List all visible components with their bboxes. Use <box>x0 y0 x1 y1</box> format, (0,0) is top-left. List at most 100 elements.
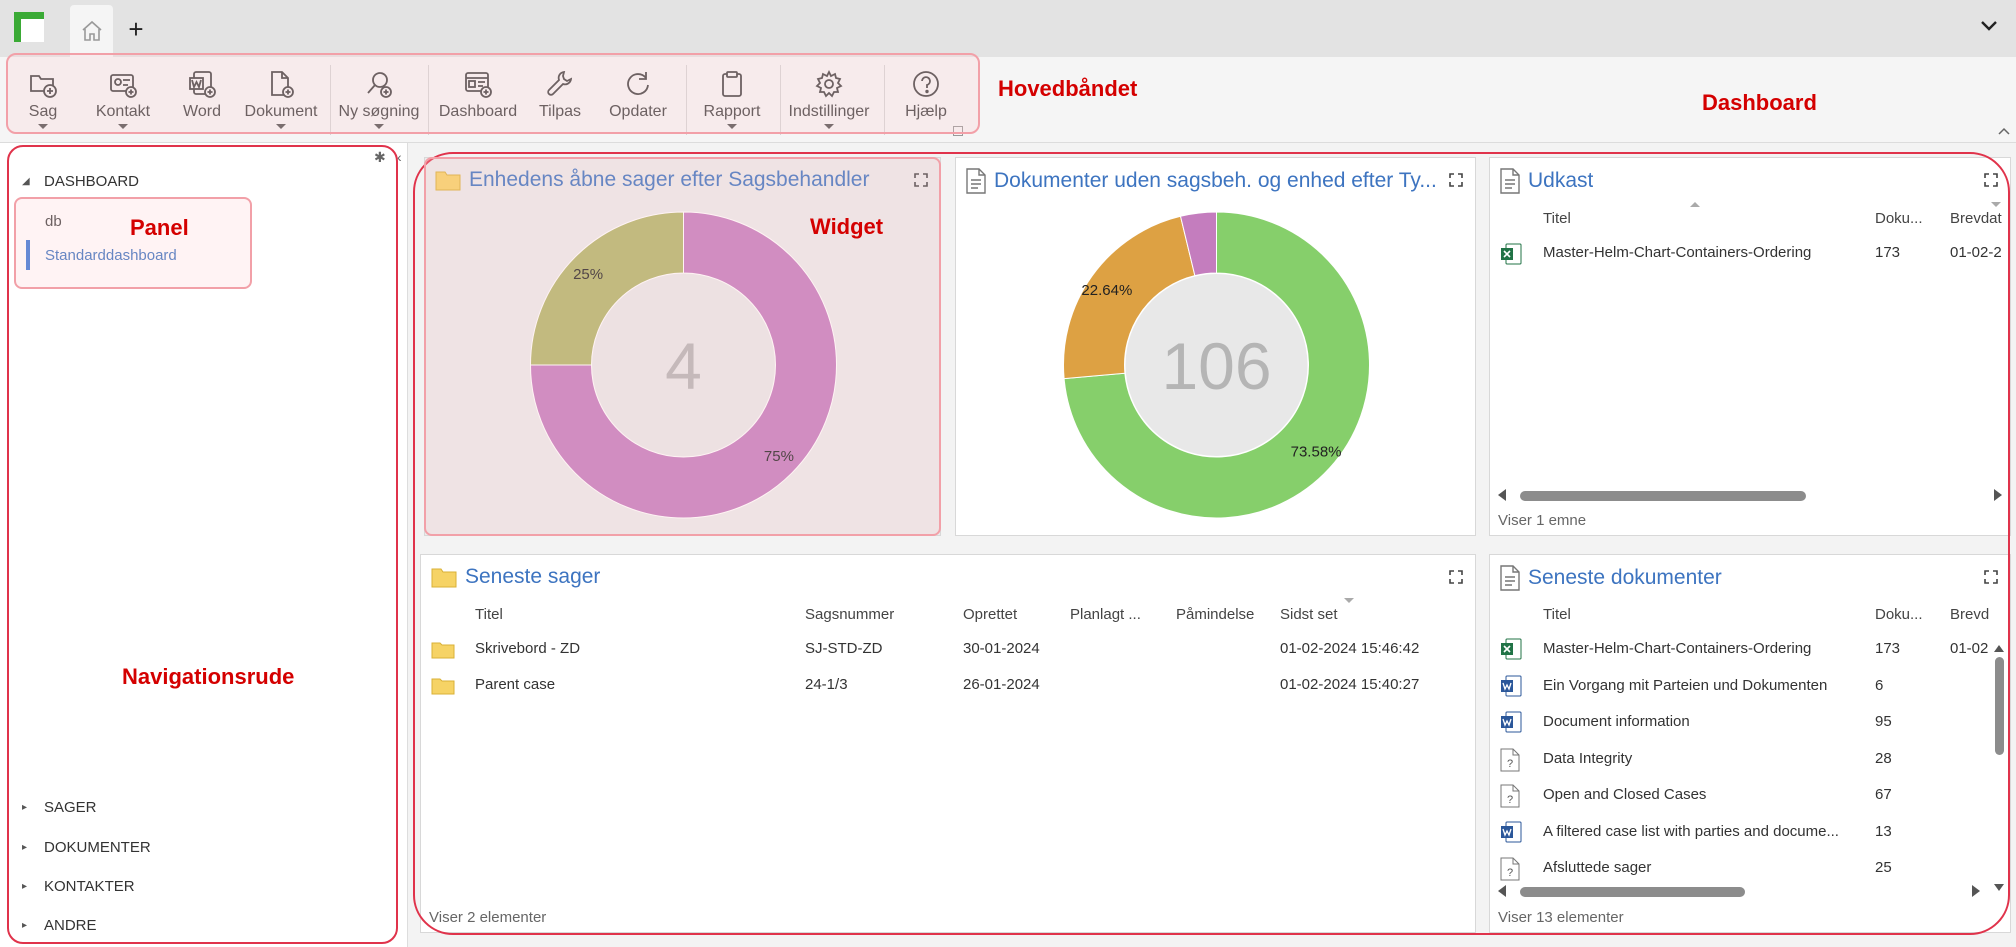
maximize-icon[interactable] <box>1984 570 1998 584</box>
annotation-label-ribbon: Hovedbåndet <box>998 76 1138 101</box>
home-icon <box>80 19 104 43</box>
maximize-icon[interactable] <box>914 173 928 187</box>
ribbon-label: Indstillinger <box>788 103 870 120</box>
ribbon-button-dokument[interactable]: Dokument <box>240 64 322 136</box>
scroll-right-icon[interactable] <box>1972 885 1980 897</box>
table-row[interactable]: ? Open and Closed Cases 67 <box>1490 777 2010 813</box>
cell-title: Open and Closed Cases <box>1543 786 1707 803</box>
home-tab[interactable] <box>70 5 113 57</box>
unknown-file-icon: ? <box>1500 850 1520 886</box>
annotation-label-dashboard: Dashboard <box>1702 90 1817 115</box>
annotation-label-navigation: Navigationsrude <box>122 664 295 689</box>
maximize-icon[interactable] <box>1449 570 1463 584</box>
svg-text:?: ? <box>1507 794 1513 806</box>
column-header-doku[interactable]: Doku... <box>1875 606 1923 623</box>
sort-arrow-icon <box>1344 598 1354 603</box>
cell-date: 01-02-2 <box>1950 244 2002 261</box>
triangle-right-icon: ▸ <box>22 880 28 892</box>
ribbon-button-dashboard[interactable]: Dashboard <box>436 64 520 136</box>
slice-label: 25% <box>573 266 603 283</box>
donut-center-value: 4 <box>665 329 702 403</box>
table-row[interactable]: A filtered case list with parties and do… <box>1490 814 2010 850</box>
ribbon-button-hjaelp[interactable]: Hjælp <box>896 64 956 136</box>
widget-title: Seneste sager <box>431 565 600 589</box>
widget-seneste-sager: Seneste sager Titel Sagsnummer Oprettet … <box>420 554 1476 933</box>
scroll-left-icon[interactable] <box>1498 489 1506 501</box>
cell-number: SJ-STD-ZD <box>805 640 883 657</box>
ribbon-button-opdater[interactable]: Opdater <box>602 64 674 136</box>
column-header-oprettet[interactable]: Oprettet <box>963 606 1017 623</box>
cell-title: Master-Helm-Chart-Containers-Ordering <box>1543 244 1812 261</box>
chevron-left-icon[interactable]: ‹ <box>397 149 402 165</box>
nav-section-kontakter[interactable]: ▸ KONTAKTER <box>22 876 135 896</box>
excel-icon <box>1500 235 1522 271</box>
widget-title-text: Udkast <box>1528 169 1594 192</box>
nav-item-standarddashboard[interactable]: Standarddashboard <box>45 247 177 264</box>
document-add-icon <box>266 68 296 100</box>
ribbon-button-indstillinger[interactable]: Indstillinger <box>784 64 874 136</box>
ribbon-button-sag[interactable]: Sag <box>18 64 68 136</box>
chevron-down-icon[interactable] <box>1980 20 1998 32</box>
horizontal-scrollbar[interactable] <box>1496 883 1982 899</box>
table-row[interactable]: Parent case 24-1/3 26-01-2024 01-02-2024… <box>421 667 1475 703</box>
cell-docs: 28 <box>1875 749 1892 767</box>
dropdown-caret-icon <box>824 124 834 129</box>
table-row[interactable]: Document information 95 <box>1490 704 2010 740</box>
cell-docs: 6 <box>1875 676 1884 694</box>
annotation-label-panel: Panel <box>130 215 189 240</box>
scroll-down-icon[interactable] <box>1994 884 2004 891</box>
column-header-brevdato[interactable]: Brevdat <box>1950 210 2010 227</box>
triangle-down-icon: ◢ <box>22 175 30 187</box>
column-header-titel[interactable]: Titel <box>1543 606 1571 623</box>
horizontal-scrollbar[interactable] <box>1496 487 2004 503</box>
ribbon-button-word[interactable]: Word <box>176 64 228 136</box>
ribbon-separator <box>428 65 429 135</box>
scroll-left-icon[interactable] <box>1498 885 1506 897</box>
gear-icon[interactable]: ✱ <box>374 149 386 166</box>
column-header-planlagt[interactable]: Planlagt ... <box>1070 606 1141 623</box>
folder-icon <box>435 169 461 191</box>
add-tab-button[interactable]: + <box>123 14 149 44</box>
chevron-up-icon[interactable] <box>1998 127 2010 139</box>
cell-title: Master-Helm-Chart-Containers-Ordering <box>1543 640 1812 657</box>
clipboard-icon <box>717 68 747 100</box>
cell-date <box>1950 741 1990 777</box>
column-header-titel[interactable]: Titel <box>1543 210 1571 227</box>
table-row[interactable]: Master-Helm-Chart-Containers-Ordering 17… <box>1490 235 2010 271</box>
ribbon-button-tilpas[interactable]: Tilpas <box>532 64 588 136</box>
nav-section-andre[interactable]: ▸ ANDRE <box>22 915 97 935</box>
vertical-scrollbar[interactable] <box>1992 643 2006 893</box>
ribbon-button-rapport[interactable]: Rapport <box>694 64 770 136</box>
maximize-icon[interactable] <box>1984 173 1998 187</box>
ribbon-dialog-launcher-icon[interactable] <box>953 126 963 136</box>
nav-item-db[interactable]: db <box>45 213 62 230</box>
column-header-sagsnummer[interactable]: Sagsnummer <box>805 606 894 623</box>
column-header-paamindelse[interactable]: Påmindelse <box>1176 606 1254 623</box>
ribbon-button-ny-soegning[interactable]: Ny søgning <box>336 64 422 136</box>
column-header-sidst-set[interactable]: Sidst set <box>1280 606 1338 623</box>
column-header-doku[interactable]: Doku... <box>1875 210 1923 227</box>
table-row[interactable]: Skrivebord - ZD SJ-STD-ZD 30-01-2024 01-… <box>421 631 1475 667</box>
column-header-titel[interactable]: Titel <box>475 606 503 623</box>
scrollbar-thumb[interactable] <box>1995 657 2004 755</box>
scroll-up-icon[interactable] <box>1994 645 2004 652</box>
nav-section-dokumenter[interactable]: ▸ DOKUMENTER <box>22 837 151 857</box>
slice-label: 73.58% <box>1291 444 1342 461</box>
ribbon-button-kontakt[interactable]: Kontakt <box>88 64 158 136</box>
cell-docs: 173 <box>1875 244 1901 261</box>
table-row[interactable]: Master-Helm-Chart-Containers-Ordering 173… <box>1490 631 2010 667</box>
cell-date <box>1950 850 1990 886</box>
table-row[interactable]: Ein Vorgang mit Parteien und Dokumenten 6 <box>1490 668 2010 704</box>
selection-indicator <box>26 240 30 270</box>
scroll-right-icon[interactable] <box>1994 489 2002 501</box>
nav-section-dashboard[interactable]: ◢ DASHBOARD <box>22 171 139 191</box>
maximize-icon[interactable] <box>1449 173 1463 187</box>
dropdown-caret-icon <box>374 124 384 129</box>
scrollbar-thumb[interactable] <box>1520 491 1806 501</box>
scrollbar-thumb[interactable] <box>1520 887 1745 897</box>
donut-chart-svg: 73.58% 22.64% 106 <box>1063 211 1370 519</box>
table-row[interactable]: ? Afsluttede sager 25 <box>1490 850 2010 886</box>
table-row[interactable]: ? Data Integrity 28 <box>1490 741 2010 777</box>
column-header-brevdato[interactable]: Brevd <box>1950 606 1994 623</box>
nav-section-sager[interactable]: ▸ SAGER <box>22 797 97 817</box>
